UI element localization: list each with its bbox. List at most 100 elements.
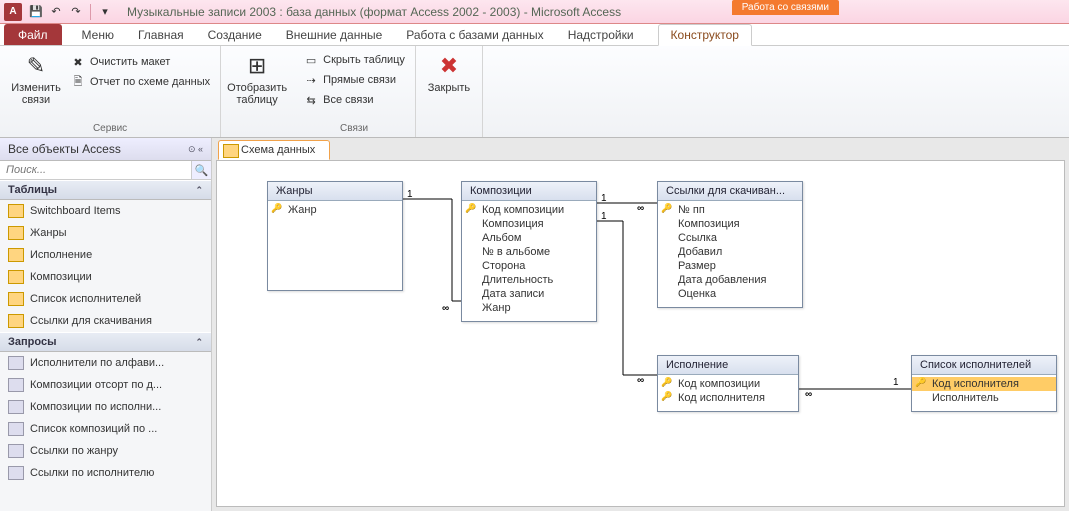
ribbon-group-relations: ▭ Скрыть таблицу ⇢ Прямые связи ⇆ Все св… (293, 46, 416, 137)
query-icon (8, 378, 24, 392)
diagram-table-perform[interactable]: Исполнение Код композиции Код исполнител… (657, 355, 799, 412)
table-item[interactable]: Список исполнителей (0, 288, 211, 310)
field[interactable]: Оценка (658, 287, 802, 301)
search-icon[interactable]: 🔍 (191, 161, 211, 179)
navigation-pane: Все объекты Access ⊙ « 🔍 Таблицы ⌃ Switc… (0, 138, 212, 511)
clear-layout-button[interactable]: ✖ Очистить макет (66, 52, 214, 72)
direct-relations-button[interactable]: ⇢ Прямые связи (299, 70, 409, 90)
tab-external[interactable]: Внешние данные (274, 25, 395, 45)
table-item[interactable]: Композиции (0, 266, 211, 288)
table-item[interactable]: Switchboard Items (0, 200, 211, 222)
save-icon[interactable]: 💾 (27, 3, 45, 21)
diagram-table-artists[interactable]: Список исполнителей Код исполнителя Испо… (911, 355, 1057, 412)
field[interactable]: Сторона (462, 259, 596, 273)
undo-icon[interactable]: ↶ (47, 3, 65, 21)
nav-group-tables[interactable]: Таблицы ⌃ (0, 180, 211, 200)
nav-header[interactable]: Все объекты Access ⊙ « (0, 138, 211, 161)
qat-customize-icon[interactable]: ▾ (96, 3, 114, 21)
search-input[interactable] (0, 161, 191, 179)
direct-relations-label: Прямые связи (323, 74, 396, 86)
field[interactable]: Композиция (462, 217, 596, 231)
query-item[interactable]: Список композиций по ... (0, 418, 211, 440)
tab-dbtools[interactable]: Работа с базами данных (394, 25, 555, 45)
workspace: Все объекты Access ⊙ « 🔍 Таблицы ⌃ Switc… (0, 138, 1069, 511)
query-item[interactable]: Композиции по исполни... (0, 396, 211, 418)
field[interactable]: № пп (658, 203, 802, 217)
query-item[interactable]: Композиции отсорт по д... (0, 374, 211, 396)
field[interactable]: № в альбоме (462, 245, 596, 259)
diagram-table-compositions[interactable]: Композиции Код композиции Композиция Аль… (461, 181, 597, 322)
field[interactable]: Дата добавления (658, 273, 802, 287)
all-relations-icon: ⇆ (303, 92, 319, 108)
table-item[interactable]: Ссылки для скачивания (0, 310, 211, 332)
diagram-table-links[interactable]: Ссылки для скачиван... № пп Композиция С… (657, 181, 803, 308)
nav-item-label: Ссылки для скачивания (30, 315, 152, 327)
tab-design[interactable]: Конструктор (658, 24, 752, 46)
field[interactable]: Альбом (462, 231, 596, 245)
document-tab[interactable]: Схема данных (218, 140, 330, 160)
hide-table-button[interactable]: ▭ Скрыть таблицу (299, 50, 409, 70)
nav-header-label: Все объекты Access (8, 142, 121, 156)
table-icon (8, 314, 24, 328)
nav-item-label: Композиции (30, 271, 92, 283)
table-item[interactable]: Жанры (0, 222, 211, 244)
close-button[interactable]: ✖ Закрыть (422, 48, 476, 96)
diagram-table-genres[interactable]: Жанры Жанр (267, 181, 403, 291)
collapse-icon[interactable]: ⌃ (195, 337, 203, 348)
nav-header-dropdown-icon[interactable]: ⊙ « (188, 144, 203, 155)
field[interactable]: Ссылка (658, 231, 802, 245)
nav-search: 🔍 (0, 161, 211, 180)
query-item[interactable]: Исполнители по алфави... (0, 352, 211, 374)
query-icon (8, 422, 24, 436)
field[interactable]: Код композиции (658, 377, 798, 391)
query-item[interactable]: Ссылки по исполнителю (0, 462, 211, 484)
ribbon-group-close: ✖ Закрыть (416, 46, 483, 137)
nav-group-queries[interactable]: Запросы ⌃ (0, 332, 211, 352)
field[interactable]: Композиция (658, 217, 802, 231)
tab-create[interactable]: Создание (196, 25, 274, 45)
field[interactable]: Жанр (268, 203, 402, 217)
table-title: Ссылки для скачиван... (658, 182, 802, 201)
contextual-tab-group: Работа со связями (732, 0, 839, 15)
edit-relationships-label: Изменить связи (11, 82, 61, 106)
field[interactable]: Добавил (658, 245, 802, 259)
field[interactable]: Исполнитель (912, 391, 1056, 405)
group-empty-label (227, 133, 287, 135)
show-table-button[interactable]: ⊞ Отобразить таблицу (227, 48, 287, 108)
edit-relationships-icon: ✎ (20, 50, 52, 82)
tab-menu[interactable]: Меню (70, 25, 126, 45)
all-relations-button[interactable]: ⇆ Все связи (299, 90, 409, 110)
svg-text:1: 1 (601, 211, 607, 222)
relationship-report-button[interactable]: 🗎 Отчет по схеме данных (66, 72, 214, 92)
table-title: Жанры (268, 182, 402, 201)
tab-addins[interactable]: Надстройки (556, 25, 646, 45)
group-relations-label: Связи (299, 122, 409, 135)
table-icon (8, 292, 24, 306)
svg-text:∞: ∞ (805, 389, 812, 400)
nav-item-label: Ссылки по жанру (30, 445, 118, 457)
file-tab[interactable]: Файл (4, 24, 62, 45)
query-item[interactable]: Ссылки по жанру (0, 440, 211, 462)
field[interactable]: Размер (658, 259, 802, 273)
tab-home[interactable]: Главная (126, 25, 196, 45)
hide-table-label: Скрыть таблицу (323, 54, 405, 66)
table-item[interactable]: Исполнение (0, 244, 211, 266)
svg-text:∞: ∞ (637, 203, 644, 214)
field[interactable]: Код исполнителя (658, 391, 798, 405)
nav-item-label: Ссылки по исполнителю (30, 467, 154, 479)
collapse-icon[interactable]: ⌃ (195, 185, 203, 196)
field[interactable]: Код исполнителя (912, 377, 1056, 391)
relationships-canvas[interactable]: 1 ∞ 1 ∞ 1 ∞ 1 ∞ Жанры Жанр (216, 160, 1065, 507)
edit-relationships-button[interactable]: ✎ Изменить связи (6, 48, 66, 108)
group-service-label: Сервис (6, 122, 214, 135)
field[interactable]: Жанр (462, 301, 596, 315)
svg-text:1: 1 (893, 377, 899, 388)
nav-group-queries-label: Запросы (8, 336, 56, 348)
hide-table-icon: ▭ (303, 52, 319, 68)
field[interactable]: Код композиции (462, 203, 596, 217)
nav-item-label: Список исполнителей (30, 293, 141, 305)
redo-icon[interactable]: ↷ (67, 3, 85, 21)
field[interactable]: Длительность (462, 273, 596, 287)
field[interactable]: Дата записи (462, 287, 596, 301)
table-icon (8, 248, 24, 262)
